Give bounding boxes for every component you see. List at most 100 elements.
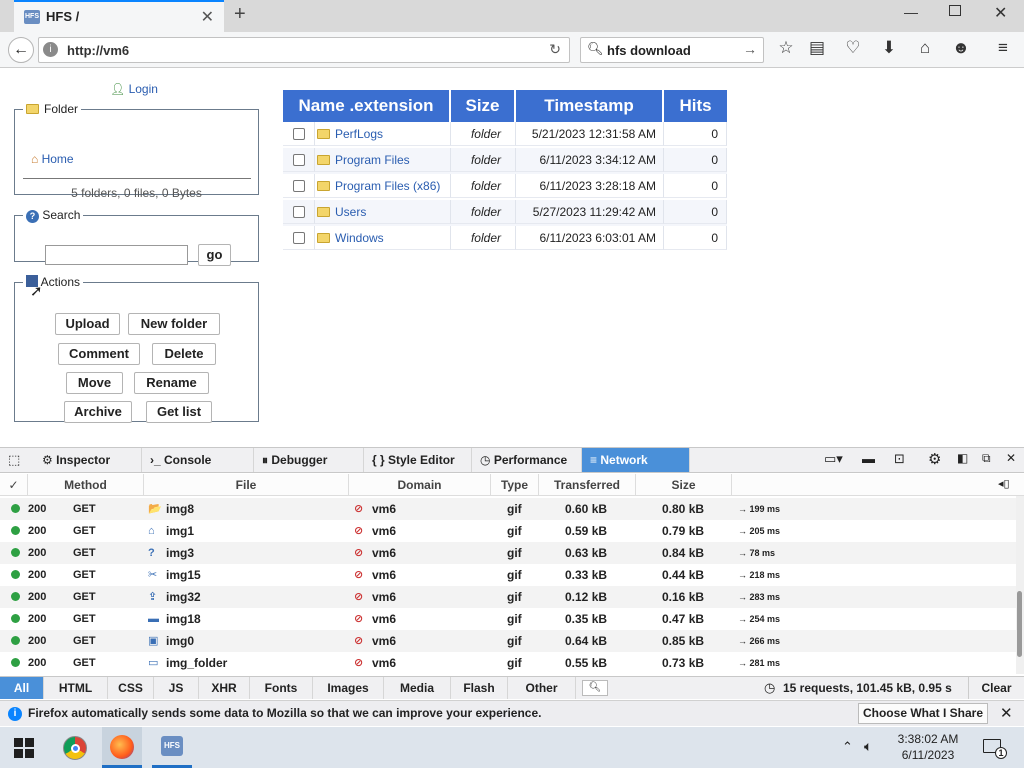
col-type-header[interactable]: Type [491, 474, 539, 496]
settings-gear-icon[interactable]: ⚙ [928, 450, 941, 468]
search-input[interactable] [45, 245, 188, 265]
frames-icon[interactable]: ▭▾ [824, 451, 843, 467]
rename-button[interactable]: Rename [134, 372, 209, 394]
upload-button[interactable]: Upload [55, 313, 120, 335]
firefox-icon [110, 735, 134, 759]
request-row[interactable]: 200 GET ▭ img_folder ⊘ vm6 gif 0.55 kB 0.73 kB → … [0, 652, 1016, 674]
filter-all-button[interactable]: All [0, 677, 44, 699]
reload-icon[interactable]: ↻ [549, 41, 561, 58]
tab-network[interactable]: ≡ Network [582, 448, 690, 472]
bookmark-star-icon[interactable]: ☆ [775, 38, 797, 58]
filter-xhr-button[interactable]: XHR [199, 677, 250, 699]
close-notification-icon[interactable]: ✕ [1000, 704, 1013, 722]
filter-css-button[interactable]: CSS [108, 677, 154, 699]
file-name-link[interactable]: Program Files [335, 153, 410, 167]
menu-icon[interactable]: ≡ [992, 38, 1014, 58]
minimize-icon[interactable]: — [904, 4, 918, 20]
col-size-header[interactable]: Size [451, 90, 516, 122]
request-row[interactable]: 200 GET ⇪ img32 ⊘ vm6 gif 0.12 kB 0.16 kB → 283 m… [0, 586, 1016, 608]
tray-expand-icon[interactable]: ⌃ [842, 739, 853, 755]
filter-images-button[interactable]: Images [313, 677, 384, 699]
scrollbar[interactable] [1016, 496, 1024, 674]
filter-media-button[interactable]: Media [384, 677, 451, 699]
row-checkbox[interactable] [293, 206, 305, 218]
clear-button[interactable]: Clear [968, 677, 1024, 699]
filter-fonts-button[interactable]: Fonts [250, 677, 313, 699]
new-folder-button[interactable]: New folder [128, 313, 220, 335]
firefox-taskbar-button[interactable] [102, 727, 142, 768]
responsive-icon[interactable]: ⊡ [894, 451, 905, 467]
file-name-link[interactable]: Windows [335, 231, 384, 245]
chrome-taskbar-icon[interactable] [63, 736, 87, 760]
request-row[interactable]: 200 GET ⌂ img1 ⊘ vm6 gif 0.59 kB 0.79 kB → 205 ms [0, 520, 1016, 542]
delete-button[interactable]: Delete [152, 343, 216, 365]
search-go-icon[interactable]: → [743, 41, 757, 57]
choose-what-i-share-button[interactable]: Choose What I Share [858, 703, 988, 724]
undock-icon[interactable]: ⧉ [982, 451, 991, 466]
pick-element-icon[interactable]: ⬚ [8, 452, 20, 468]
windows-start-icon[interactable] [14, 738, 34, 758]
row-checkbox[interactable] [293, 180, 305, 192]
request-method: GET [73, 569, 96, 581]
request-row[interactable]: 200 GET ▬ img18 ⊘ vm6 gif 0.35 kB 0.47 kB → 254 m… [0, 608, 1016, 630]
search-bar[interactable]: 🔍︎ hfs download → [580, 37, 764, 63]
request-row[interactable]: 200 GET ✂ img15 ⊘ vm6 gif 0.33 kB 0.44 kB → 218 m… [0, 564, 1016, 586]
restore-icon[interactable] [949, 5, 961, 16]
tab-performance[interactable]: ◷ Performance [472, 448, 582, 472]
filter-flash-button[interactable]: Flash [451, 677, 508, 699]
go-button[interactable]: go [198, 244, 231, 266]
tab-style-editor[interactable]: { } Style Editor [364, 448, 472, 472]
col-method-header[interactable]: Method [28, 474, 144, 496]
tab-console[interactable]: ›_ Console [142, 448, 254, 472]
home-icon[interactable]: ⌂ [914, 38, 936, 58]
home-link[interactable]: ⌂ Home [31, 152, 74, 166]
col-size-header[interactable]: Size [636, 474, 732, 496]
filter-other-button[interactable]: Other [508, 677, 576, 699]
col-domain-header[interactable]: Domain [349, 474, 491, 496]
tab-inspector[interactable]: ⚙︎ Inspector [34, 448, 142, 472]
filter-html-button[interactable]: HTML [44, 677, 108, 699]
pocket-icon[interactable]: ♡ [842, 38, 864, 58]
archive-button[interactable]: Archive [64, 401, 132, 423]
login-link[interactable]: 👤︎ Login [110, 82, 158, 96]
url-bar[interactable]: i http://vm6 ↻ [38, 37, 570, 63]
col-timestamp-header[interactable]: Timestamp [516, 90, 664, 122]
file-name-link[interactable]: PerfLogs [335, 127, 383, 141]
request-row[interactable]: 200 GET ▣ img0 ⊘ vm6 gif 0.64 kB 0.85 kB → 266 ms [0, 630, 1016, 652]
download-icon[interactable]: ⬇ [878, 38, 900, 58]
clock[interactable]: 3:38:02 AM 6/11/2023 [890, 731, 966, 763]
back-button[interactable]: ← [8, 37, 34, 63]
file-name-link[interactable]: Program Files (x86) [335, 179, 440, 193]
filter-search-icon[interactable]: 🔍︎ [582, 680, 608, 696]
toggle-sidebar-icon[interactable]: ◂▯ [998, 477, 1010, 490]
request-row[interactable]: 200 GET? img3 ⊘ vm6 gif 0.63 kB 0.84 kB → 78 ms [0, 542, 1016, 564]
close-tab-icon[interactable]: ✕ [201, 7, 214, 27]
hfs-taskbar-button[interactable]: HFS [152, 727, 192, 768]
tab-debugger[interactable]: ⏸︎ Debugger [254, 448, 364, 472]
comment-button[interactable]: Comment [58, 343, 140, 365]
close-devtools-icon[interactable]: ✕ [1006, 451, 1016, 465]
col-hits-header[interactable]: Hits [664, 90, 727, 122]
info-icon[interactable]: i [43, 42, 58, 57]
dock-side-icon[interactable]: ◧ [957, 451, 968, 465]
reader-list-icon[interactable]: ▤ [806, 38, 828, 58]
move-button[interactable]: Move [66, 372, 123, 394]
browser-tab[interactable]: HFS HFS / ✕ [14, 0, 224, 32]
row-checkbox[interactable] [293, 154, 305, 166]
request-row[interactable]: 200 GET 📂 img8 ⊘ vm6 gif 0.60 kB 0.80 kB → 199 ms [0, 498, 1016, 520]
close-window-icon[interactable]: ✕ [994, 3, 1007, 23]
row-checkbox[interactable] [293, 128, 305, 140]
row-checkbox[interactable] [293, 232, 305, 244]
col-transferred-header[interactable]: Transferred [539, 474, 636, 496]
feedback-icon[interactable]: ☻ [950, 38, 972, 58]
split-console-icon[interactable]: ▬ [862, 451, 875, 466]
filter-js-button[interactable]: JS [154, 677, 199, 699]
file-name-link[interactable]: Users [335, 205, 366, 219]
scrollbar-thumb[interactable] [1017, 591, 1022, 657]
col-name-header[interactable]: Name .extension [283, 90, 451, 122]
col-status-header[interactable]: ✓ [0, 474, 28, 496]
volume-icon[interactable]: 🔈︎ [864, 738, 872, 755]
new-tab-icon[interactable]: + [234, 3, 246, 26]
get-list-button[interactable]: Get list [146, 401, 212, 423]
col-file-header[interactable]: File [144, 474, 349, 496]
